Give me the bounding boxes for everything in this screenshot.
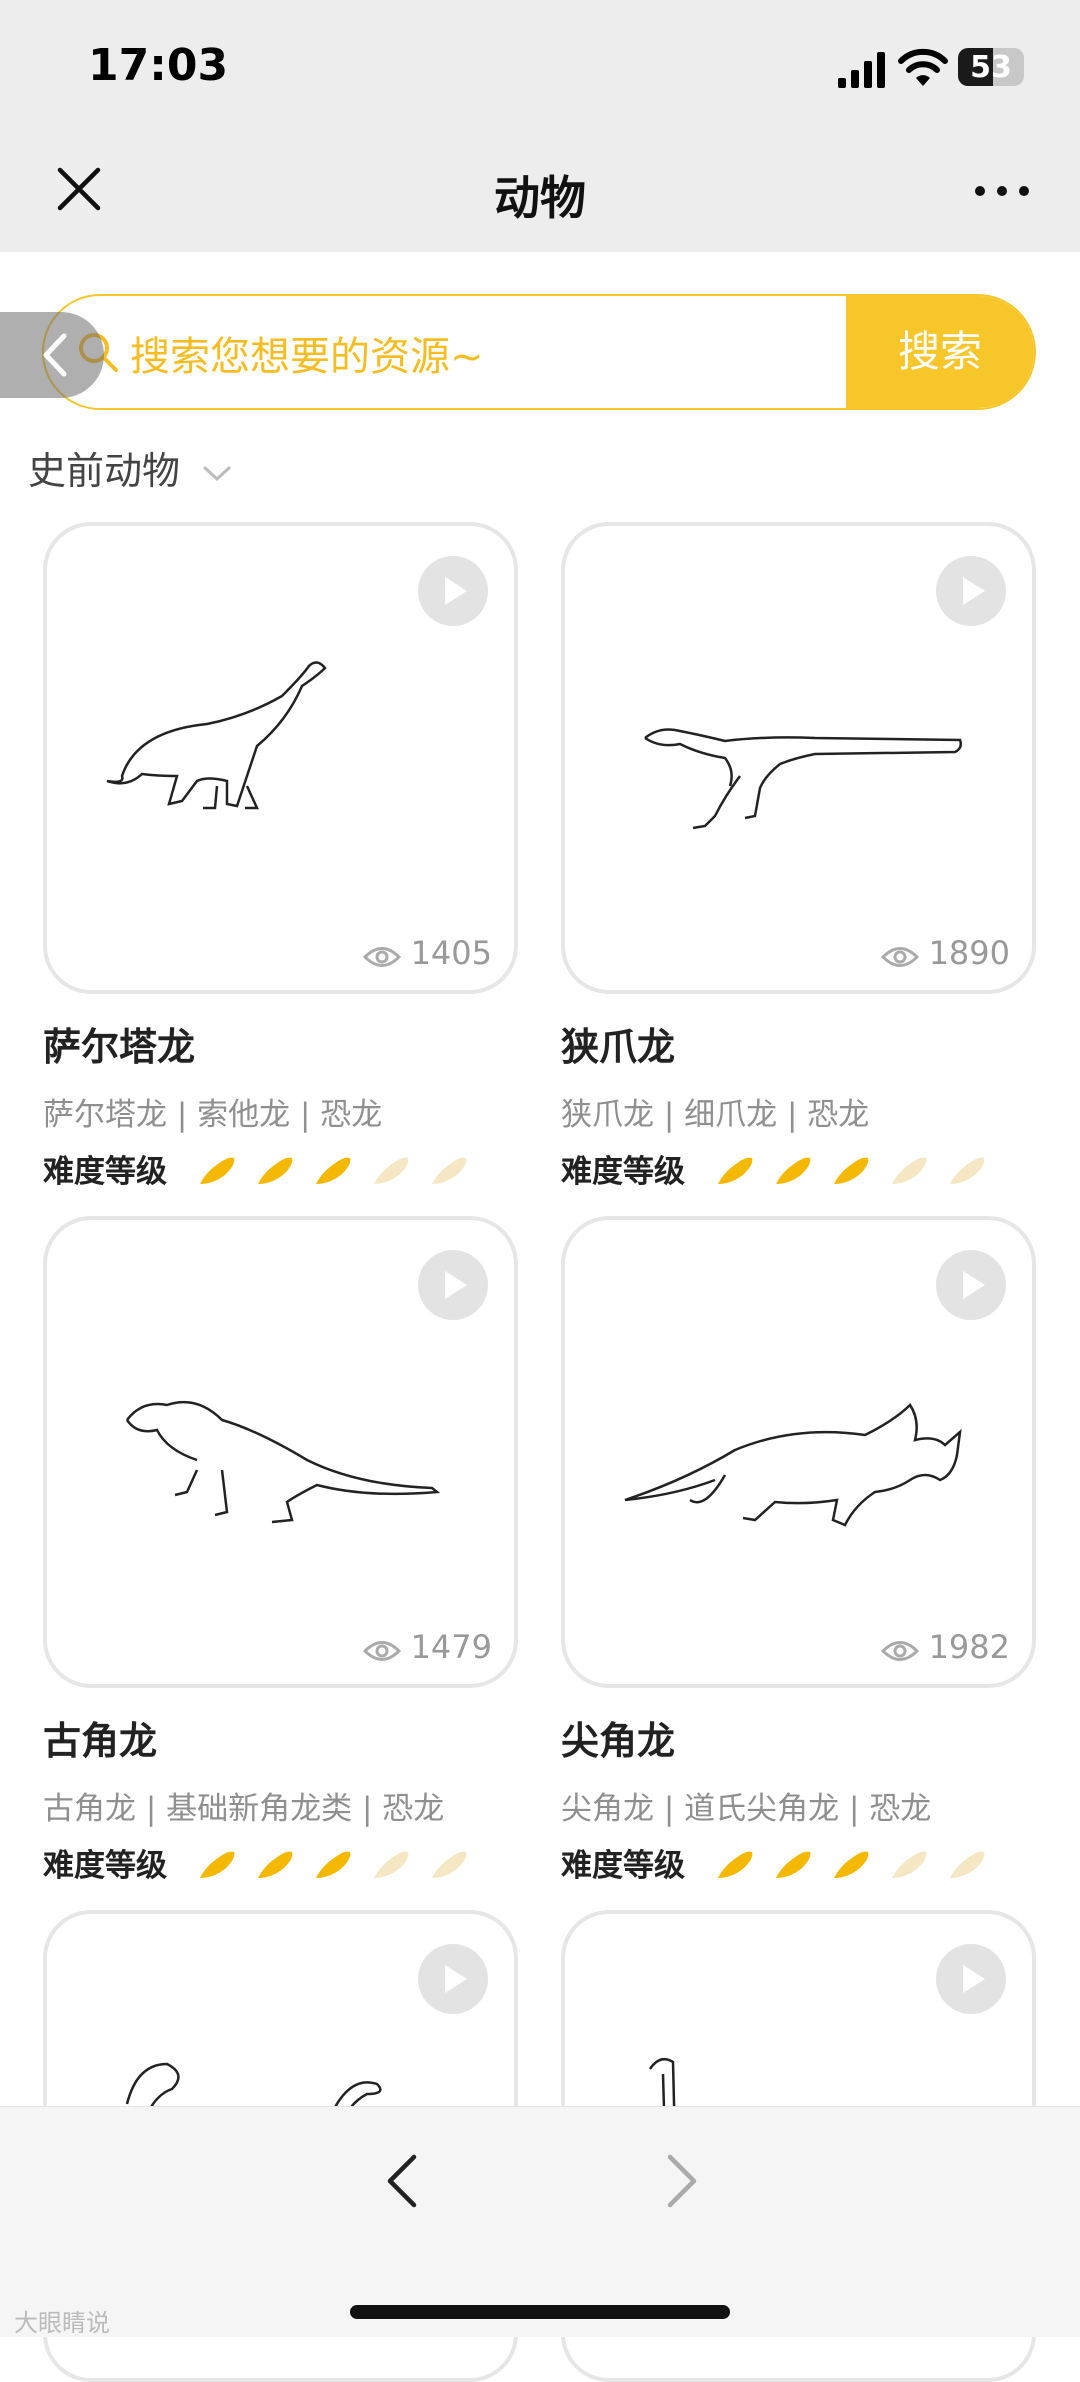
play-button[interactable] — [936, 556, 1006, 626]
animal-card[interactable]: 1405 萨尔塔龙 萨尔塔龙 | 索他龙 | 恐龙 难度等级 — [43, 522, 518, 1196]
brush-icon-inactive — [370, 1846, 412, 1882]
home-indicator[interactable] — [350, 2305, 730, 2319]
play-button[interactable] — [418, 1944, 488, 2014]
cellular-signal-icon — [838, 52, 885, 88]
difficulty-label: 难度等级 — [43, 1848, 167, 1884]
difficulty-label: 难度等级 — [561, 1154, 685, 1190]
brush-icon-inactive — [888, 1152, 930, 1188]
bottom-navigation-bar: 大眼睛说 — [0, 2106, 1080, 2337]
brush-icon-inactive — [946, 1846, 988, 1882]
status-bar: 17:03 53 — [0, 0, 1080, 128]
play-button[interactable] — [418, 1250, 488, 1320]
search-bar[interactable]: 搜索您想要的资源~ 搜索 — [42, 294, 1036, 410]
brush-icon-active — [772, 1846, 814, 1882]
back-tab[interactable] — [0, 312, 104, 398]
battery-level: 53 — [970, 50, 1012, 85]
card-thumbnail[interactable]: 1479 — [43, 1216, 518, 1688]
animal-tags: 萨尔塔龙 | 索他龙 | 恐龙 — [43, 1097, 383, 1133]
play-button[interactable] — [936, 1250, 1006, 1320]
brush-icon-inactive — [946, 1152, 988, 1188]
eye-icon — [880, 947, 919, 967]
brush-icon-inactive — [370, 1152, 412, 1188]
navigation-bar: 动物 — [0, 128, 1080, 252]
watermark: 大眼睛说 — [14, 2309, 110, 2337]
category-label: 史前动物 — [28, 449, 181, 493]
brush-icon-active — [312, 1846, 354, 1882]
card-thumbnail[interactable]: 1890 — [561, 522, 1036, 994]
forward-arrow-icon[interactable] — [660, 2151, 704, 2211]
card-thumbnail[interactable]: 1982 — [561, 1216, 1036, 1688]
difficulty-rating: 难度等级 — [561, 1840, 1036, 1890]
animal-tags: 狭爪龙 | 细爪龙 | 恐龙 — [561, 1097, 870, 1133]
view-count: 1890 — [880, 934, 1010, 972]
view-count: 1479 — [362, 1628, 492, 1666]
chevron-down-icon — [203, 466, 231, 481]
category-dropdown[interactable]: 史前动物 — [28, 440, 232, 495]
animal-name: 萨尔塔龙 — [43, 1025, 196, 1069]
view-count-value: 1890 — [928, 934, 1010, 972]
card-thumbnail[interactable]: 1405 — [43, 522, 518, 994]
eye-icon — [880, 1641, 919, 1661]
wifi-icon — [898, 48, 948, 86]
brush-icon-inactive — [888, 1846, 930, 1882]
difficulty-label: 难度等级 — [43, 1154, 167, 1190]
difficulty-rating: 难度等级 — [43, 1840, 518, 1890]
status-time: 17:03 — [88, 40, 229, 91]
brush-icon-inactive — [428, 1152, 470, 1188]
difficulty-rating: 难度等级 — [43, 1146, 518, 1196]
animal-card[interactable]: 1479 古角龙 古角龙 | 基础新角龙类 | 恐龙 难度等级 — [43, 1216, 518, 1890]
view-count: 1405 — [362, 934, 492, 972]
battery-icon: 53 — [958, 48, 1024, 86]
search-button[interactable]: 搜索 — [846, 296, 1034, 408]
animal-tags: 古角龙 | 基础新角龙类 | 恐龙 — [43, 1791, 445, 1827]
animal-card[interactable]: 1890 狭爪龙 狭爪龙 | 细爪龙 | 恐龙 难度等级 — [561, 522, 1036, 1196]
difficulty-label: 难度等级 — [561, 1848, 685, 1884]
brush-icon-active — [830, 1846, 872, 1882]
brush-icon-active — [312, 1152, 354, 1188]
view-count-value: 1405 — [410, 934, 492, 972]
view-count-value: 1479 — [410, 1628, 492, 1666]
page-title: 动物 — [494, 171, 586, 225]
play-button[interactable] — [936, 1944, 1006, 2014]
play-button[interactable] — [418, 556, 488, 626]
brush-icon-active — [196, 1846, 238, 1882]
brush-icon-active — [196, 1152, 238, 1188]
animal-name: 狭爪龙 — [561, 1025, 676, 1069]
chevron-left-icon — [43, 333, 67, 377]
brush-icon-active — [714, 1152, 756, 1188]
brush-icon-inactive — [428, 1846, 470, 1882]
view-count: 1982 — [880, 1628, 1010, 1666]
difficulty-rating: 难度等级 — [561, 1146, 1036, 1196]
eye-icon — [362, 1641, 401, 1661]
back-arrow-icon[interactable] — [380, 2151, 424, 2211]
eye-icon — [362, 947, 401, 967]
animal-name: 尖角龙 — [561, 1719, 676, 1763]
brush-icon-active — [254, 1152, 296, 1188]
brush-icon-active — [254, 1846, 296, 1882]
animal-card[interactable]: 1982 尖角龙 尖角龙 | 道氏尖角龙 | 恐龙 难度等级 — [561, 1216, 1036, 1890]
brush-icon-active — [714, 1846, 756, 1882]
more-options-icon[interactable] — [972, 176, 1032, 206]
animal-tags: 尖角龙 | 道氏尖角龙 | 恐龙 — [561, 1791, 932, 1827]
animal-name: 古角龙 — [43, 1719, 158, 1763]
view-count-value: 1982 — [928, 1628, 1010, 1666]
brush-icon-active — [830, 1152, 872, 1188]
brush-icon-active — [772, 1152, 814, 1188]
search-input[interactable]: 搜索您想要的资源~ — [130, 324, 484, 382]
